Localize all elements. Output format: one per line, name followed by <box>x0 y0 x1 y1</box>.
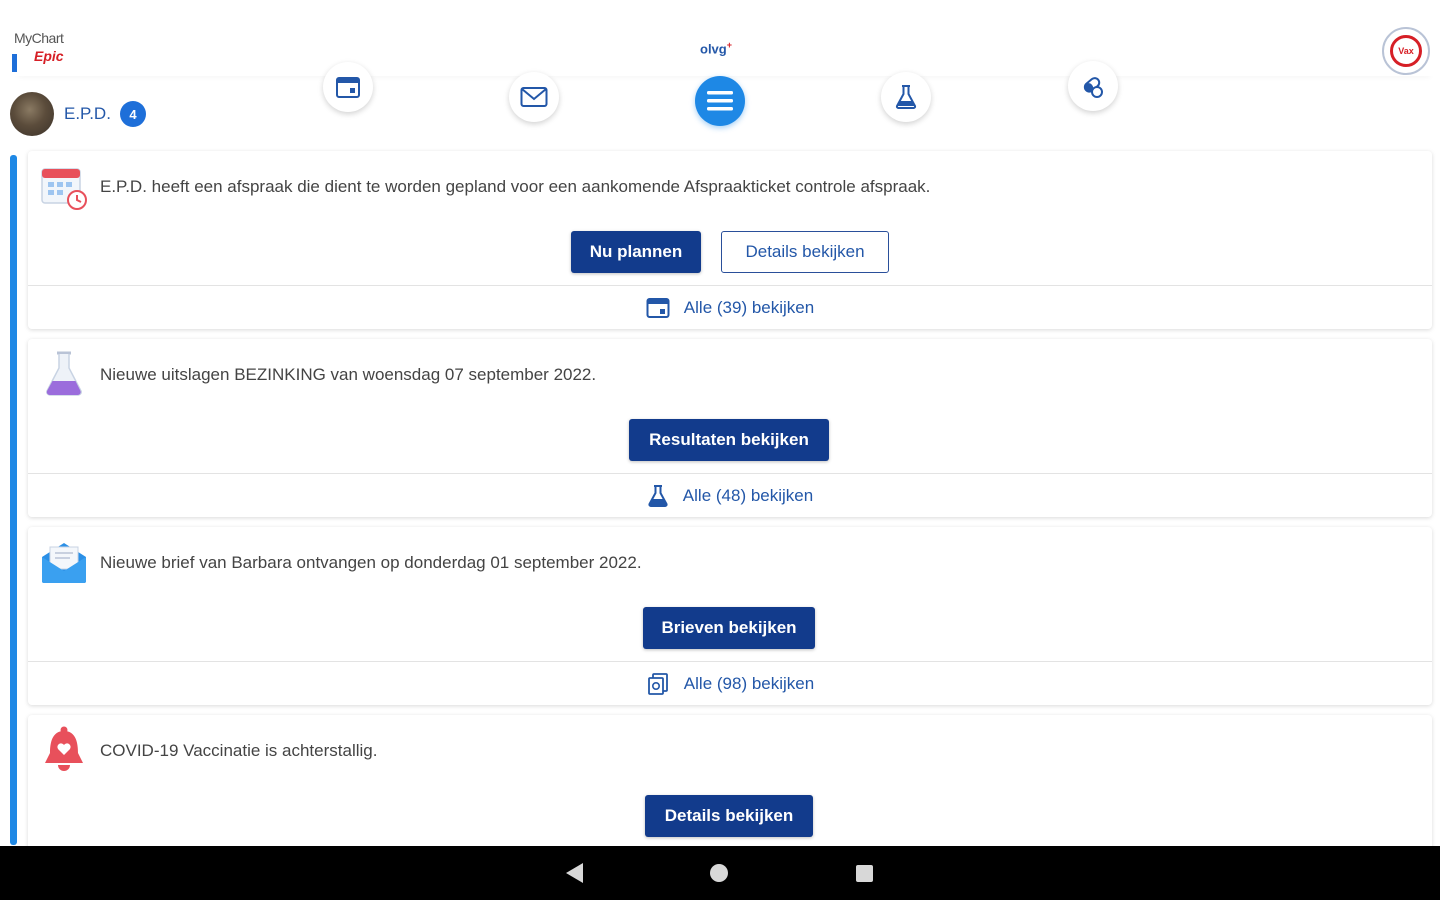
org-logo: olvg+ <box>700 40 732 56</box>
card-message: Nieuwe uitslagen BEZINKING van woensdag … <box>100 365 597 384</box>
documents-icon <box>647 673 668 695</box>
footer-label: Alle (98) bekijken <box>683 674 815 693</box>
home-icon[interactable] <box>710 864 728 882</box>
envelope-icon <box>520 87 548 107</box>
flask-icon <box>648 485 668 507</box>
nav-appointments-button[interactable] <box>323 62 373 112</box>
view-all-letters-link[interactable]: Alle (98) bekijken <box>28 661 1432 706</box>
card-message: COVID-19 Vaccinatie is achterstallig. <box>100 741 378 760</box>
card-message: Nieuwe brief van Barbara ontvangen op do… <box>100 553 642 572</box>
bell-icon <box>40 725 88 780</box>
card-message: E.P.D. heeft een afspraak die dient te w… <box>100 177 931 196</box>
left-accent-bar <box>10 155 17 845</box>
view-all-appointments-link[interactable]: Alle (39) bekijken <box>28 285 1432 330</box>
calendar-clock-icon <box>40 163 88 216</box>
app-screen: MyChart Epic olvg+ Vax E.P.D. 4 E.P.D. h… <box>0 0 1440 900</box>
org-logo-mark: + <box>726 40 732 50</box>
system-navigation-bar <box>0 846 1440 900</box>
badge-text: Vax <box>1398 46 1414 56</box>
logo-epic-text: Epic <box>34 48 64 64</box>
appointment-card: E.P.D. heeft een afspraak die dient te w… <box>28 151 1432 329</box>
results-card: Nieuwe uitslagen BEZINKING van woensdag … <box>28 339 1432 517</box>
pills-icon <box>1083 77 1103 98</box>
badge-icon: Vax <box>1390 35 1422 67</box>
open-envelope-icon <box>40 539 88 592</box>
org-logo-text: olvg <box>700 41 727 57</box>
profile-badge-button[interactable]: Vax <box>1382 27 1430 75</box>
view-details-button[interactable]: Details bekijken <box>721 231 889 273</box>
avatar[interactable] <box>10 92 54 136</box>
view-all-results-link[interactable]: Alle (48) bekijken <box>28 473 1432 518</box>
recent-apps-icon[interactable] <box>856 865 873 882</box>
flask-icon <box>895 85 917 109</box>
footer-label: Alle (48) bekijken <box>682 486 814 505</box>
vaccination-card: COVID-19 Vaccinatie is achterstallig. De… <box>28 715 1432 850</box>
menu-icon <box>707 91 733 111</box>
nav-menu-button[interactable] <box>695 76 745 126</box>
patient-name[interactable]: E.P.D. <box>64 104 111 124</box>
calendar-icon <box>336 77 360 98</box>
view-results-button[interactable]: Resultaten bekijken <box>629 419 829 461</box>
nav-medication-button[interactable] <box>1068 61 1118 111</box>
logo-mychart-text: MyChart <box>14 30 64 46</box>
nav-results-button[interactable] <box>881 72 931 122</box>
schedule-now-button[interactable]: Nu plannen <box>571 231 701 273</box>
nav-messages-button[interactable] <box>509 72 559 122</box>
view-letters-button[interactable]: Brieven bekijken <box>643 607 815 649</box>
letters-card: Nieuwe brief van Barbara ontvangen op do… <box>28 527 1432 705</box>
calendar-icon <box>646 298 670 318</box>
footer-label: Alle (39) bekijken <box>683 298 815 317</box>
notification-count-badge[interactable]: 4 <box>120 101 146 127</box>
flask-icon <box>40 351 88 404</box>
header-divider <box>14 66 1434 76</box>
vaccination-details-button[interactable]: Details bekijken <box>645 795 813 837</box>
back-icon[interactable] <box>566 863 583 883</box>
